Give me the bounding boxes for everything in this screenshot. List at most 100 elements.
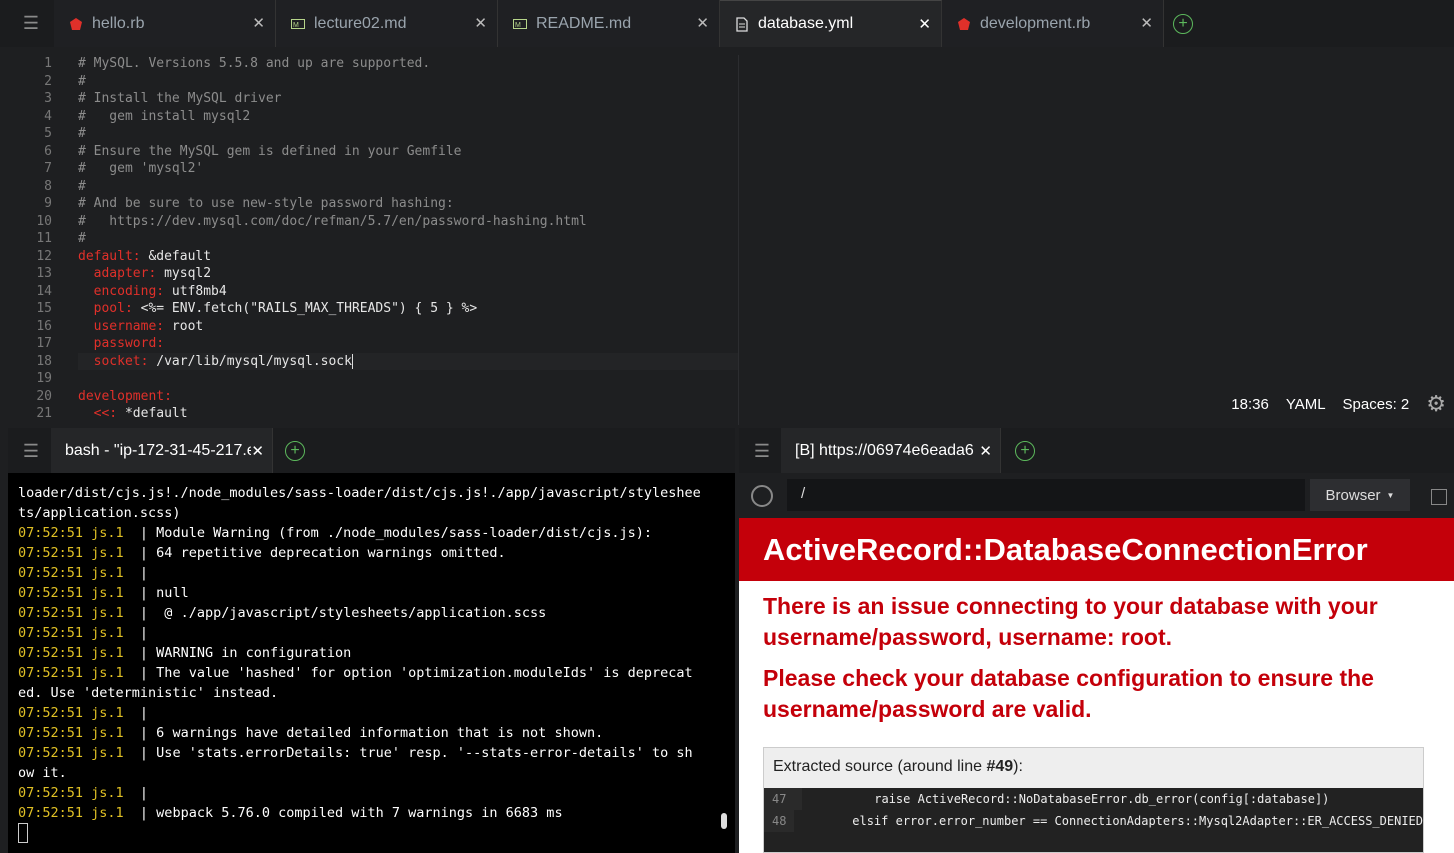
source-line: 48 elsif error.error_number == Connectio… (764, 810, 1423, 832)
yaml-key: socket: (78, 353, 149, 369)
line-number: 19 (36, 371, 52, 386)
indent-setting[interactable]: Spaces: 2 (1343, 396, 1410, 413)
close-icon[interactable]: ✕ (474, 14, 487, 32)
terminal-line: 07:52:51 js.1 | (18, 783, 718, 803)
source-line-code: elsif error.error_number == ConnectionAd… (794, 814, 1423, 828)
log-text: ts/application.scss) (18, 505, 181, 521)
line-number: 9 (44, 196, 52, 211)
line-number: 14 (36, 283, 52, 299)
yaml-key: default: (78, 248, 141, 264)
log-text: | 64 repetitive deprecation warnings omi… (123, 545, 506, 561)
tab-database-yml[interactable]: database.yml ✕ (720, 0, 942, 47)
close-icon[interactable]: ✕ (979, 442, 992, 460)
browser-tab[interactable]: [B] https://06974e6eada6 ✕ (781, 428, 1001, 473)
code-content[interactable]: # MySQL. Versions 5.5.8 and up are suppo… (78, 55, 738, 423)
code-comment: # And be sure to use new-style password … (78, 196, 454, 211)
code-editor[interactable]: 1 2 3 4 5 6 7 8 9 10 11 12 13 14 15 16 17 18 19 20 21 # MySQ… (8, 47, 1454, 425)
code-line: # Install the MySQL driver (78, 90, 738, 108)
terminal-line: 07:52:51 js.1 | null (18, 583, 718, 603)
plus-icon: + (1020, 442, 1030, 459)
tab-development-rb[interactable]: development.rb ✕ (942, 0, 1164, 47)
source-line-code: raise ActiveRecord::NoDatabaseError.db_e… (802, 792, 1330, 806)
terminal-menu-button[interactable]: ☰ (8, 428, 54, 474)
terminal-line: 07:52:51 js.1 | (18, 563, 718, 583)
code-comment: # (78, 231, 86, 246)
terminal-line: 07:52:51 js.1 | (18, 703, 718, 723)
terminal-output[interactable]: loader/dist/cjs.js!./node_modules/sass-l… (8, 473, 735, 853)
tab-label: README.md (536, 14, 632, 32)
terminal-line: 07:52:51 js.1 | 64 repetitive deprecatio… (18, 543, 718, 563)
language-mode[interactable]: YAML (1286, 396, 1326, 413)
terminal-line: ts/application.scss) (18, 503, 718, 523)
code-line: default: &default (78, 248, 738, 266)
error-message-2: Please check your database configuration… (763, 665, 1374, 722)
cursor-position[interactable]: 18:36 (1231, 396, 1269, 413)
browser-menu-button[interactable]: ☰ (739, 428, 785, 474)
close-icon[interactable]: ✕ (1140, 14, 1153, 32)
close-icon[interactable]: ✕ (251, 442, 264, 460)
line-number: 15 (36, 301, 52, 316)
tab-label: bash - "ip-172-31-45-217.e (65, 441, 251, 459)
error-title-banner: ActiveRecord::DatabaseConnectionError (739, 518, 1454, 581)
yaml-value: /var/lib/mysql/mysql.sock (148, 353, 352, 369)
terminal-scrollbar[interactable] (721, 813, 727, 829)
svg-text:M: M (293, 22, 299, 29)
code-comment: # (78, 73, 86, 89)
log-prefix: 07:52:51 js.1 (18, 785, 124, 801)
line-number-gutter: 1 2 3 4 5 6 7 8 9 10 11 12 13 14 15 16 17 18 19 20 21 (8, 55, 52, 423)
browser-mode-dropdown[interactable]: Browser ▼ (1310, 479, 1410, 511)
log-text: | The value 'hashed' for option 'optimiz… (123, 665, 693, 681)
yaml-key: username: (78, 318, 165, 334)
address-bar[interactable]: / (787, 479, 1305, 511)
log-text: | Module Warning (from ./node_modules/sa… (123, 525, 652, 541)
yaml-key: encoding: (78, 283, 165, 299)
tab-hello-rb[interactable]: hello.rb ✕ (54, 0, 276, 47)
terminal-cursor (18, 823, 28, 843)
code-comment: # (78, 126, 86, 141)
new-browser-tab-button[interactable]: + (1015, 441, 1035, 461)
gear-icon[interactable]: ⚙ (1426, 391, 1446, 417)
log-text: ow it. (18, 765, 67, 781)
editor-split-divider[interactable] (738, 55, 739, 425)
tab-lecture02-md[interactable]: M lecture02.md ✕ (276, 0, 498, 47)
tab-label: database.yml (758, 15, 854, 32)
new-terminal-button[interactable]: + (285, 441, 305, 461)
tab-readme-md[interactable]: M README.md ✕ (498, 0, 720, 47)
code-line: # (78, 178, 738, 196)
log-text: | Use 'stats.errorDetails: true' resp. '… (123, 745, 693, 761)
chevron-down-icon: ▼ (1386, 490, 1395, 500)
code-line: # (78, 73, 738, 91)
line-number: 5 (44, 126, 52, 141)
close-icon[interactable]: ✕ (252, 14, 265, 32)
source-line-number: 47 (764, 788, 802, 810)
tab-label: development.rb (980, 14, 1091, 32)
line-number: 11 (36, 231, 52, 246)
code-line: encoding: utf8mb4 (78, 283, 738, 301)
log-prefix: 07:52:51 js.1 (18, 545, 124, 561)
log-prefix: 07:52:51 js.1 (18, 705, 124, 721)
log-text: ed. Use 'deterministic' instead. (18, 685, 279, 701)
terminal-lines: loader/dist/cjs.js!./node_modules/sass-l… (18, 483, 718, 823)
reload-icon[interactable] (751, 485, 773, 507)
error-title: ActiveRecord::DatabaseConnectionError (763, 531, 1368, 567)
close-icon[interactable]: ✕ (918, 15, 931, 33)
code-comment: # https://dev.mysql.com/doc/refman/5.7/e… (78, 213, 587, 229)
terminal-tab[interactable]: bash - "ip-172-31-45-217.e ✕ (51, 428, 273, 473)
markdown-icon: M (290, 16, 306, 32)
ruby-icon (68, 16, 84, 32)
log-prefix: 07:52:51 js.1 (18, 665, 124, 681)
log-text: | webpack 5.76.0 compiled with 7 warning… (123, 805, 563, 821)
extracted-source-heading: Extracted source (around line #49): (773, 758, 1023, 775)
log-text: loader/dist/cjs.js!./node_modules/sass-l… (18, 485, 701, 501)
extracted-source-box: Extracted source (around line #49): 47 r… (763, 747, 1424, 853)
close-icon[interactable]: ✕ (696, 14, 709, 32)
popout-icon[interactable] (1431, 489, 1447, 505)
tabs-menu-button[interactable]: ☰ (8, 0, 54, 46)
terminal-line: 07:52:51 js.1 | Module Warning (from ./n… (18, 523, 718, 543)
new-tab-button[interactable]: + (1173, 14, 1193, 34)
plus-icon: + (1178, 15, 1188, 32)
log-prefix: 07:52:51 js.1 (18, 565, 124, 581)
svg-text:M: M (515, 22, 521, 29)
log-prefix: 07:52:51 js.1 (18, 625, 124, 641)
code-comment: # MySQL. Versions 5.5.8 and up are suppo… (78, 56, 431, 71)
